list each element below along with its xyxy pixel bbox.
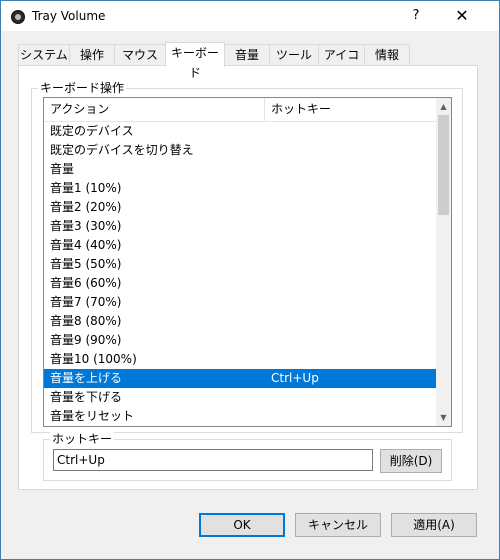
keyboard-operations-label: キーボード操作: [38, 81, 127, 95]
list-item-action: 音量8 (80%): [50, 314, 122, 328]
list-item[interactable]: 音量7 (70%): [44, 293, 436, 312]
list-item-action: 音量5 (50%): [50, 257, 122, 271]
list-item[interactable]: 音量3 (30%): [44, 217, 436, 236]
list-rows: 既定のデバイス既定のデバイスを切り替え 音量音量1 (10%) 音量2 (20%) 音…: [44, 122, 436, 426]
list-item-action: 音量9 (90%): [50, 333, 122, 347]
tab-icon[interactable]: アイコン: [318, 44, 365, 82]
list-item[interactable]: 音量8 (80%): [44, 312, 436, 331]
list-item[interactable]: 音量4 (40%): [44, 236, 436, 255]
list-item-action: 音量をリセット: [50, 409, 135, 423]
tab-strip: システム 操作 マウス キーボード 音量 ツール アイコン 情報: [18, 42, 478, 82]
list-item-action: 音量7 (70%): [50, 295, 122, 309]
list-item[interactable]: 音量2 (20%): [44, 198, 436, 217]
tab-info[interactable]: 情報: [364, 44, 410, 66]
scroll-thumb[interactable]: [438, 115, 449, 215]
list-item[interactable]: 音量をリセット: [44, 407, 436, 426]
hotkey-group-label: ホットキー: [50, 432, 115, 446]
column-header-action[interactable]: アクション: [44, 98, 265, 121]
list-item[interactable]: 既定のデバイスを切り替え: [44, 141, 436, 160]
list-item-action: 既定のデバイス: [50, 124, 134, 138]
list-item-action: 音量1 (10%): [50, 181, 122, 195]
scroll-down-icon[interactable]: ▼: [436, 409, 451, 426]
tab-system[interactable]: システム: [18, 44, 70, 66]
tab-operation[interactable]: 操作: [69, 44, 115, 66]
hotkey-input[interactable]: Ctrl+Up: [53, 449, 373, 471]
tab-volume[interactable]: 音量: [224, 44, 270, 66]
help-button[interactable]: ?: [393, 1, 439, 31]
list-item-action: 音量を上げる: [50, 371, 123, 385]
list-item-action: 音量4 (40%): [50, 238, 122, 252]
scroll-up-icon[interactable]: ▲: [436, 98, 451, 115]
ok-button[interactable]: OK: [199, 513, 285, 537]
list-item[interactable]: 音量1 (10%): [44, 179, 436, 198]
list-item[interactable]: 音量6 (60%): [44, 274, 436, 293]
list-item-action: 既定のデバイスを切り替え: [50, 143, 194, 157]
cancel-button[interactable]: キャンセル: [295, 513, 381, 537]
title-bar: Tray Volume ? ✕: [1, 1, 499, 31]
list-item[interactable]: 音量9 (90%): [44, 331, 436, 350]
list-item-action: 音量: [50, 162, 75, 176]
close-icon[interactable]: ✕: [439, 1, 485, 31]
list-item[interactable]: 音量を下げる: [44, 388, 436, 407]
column-header-hotkey[interactable]: ホットキー: [265, 98, 436, 121]
list-item[interactable]: 音量10 (100%): [44, 350, 436, 369]
list-item-action: 音量3 (30%): [50, 219, 122, 233]
vertical-scrollbar[interactable]: ▲ ▼: [436, 98, 451, 426]
apply-button[interactable]: 適用(A): [391, 513, 477, 537]
window-title: Tray Volume: [32, 9, 106, 23]
list-header: アクション ホットキー: [44, 98, 436, 122]
tab-mouse[interactable]: マウス: [114, 44, 166, 66]
list-item-action: 音量10 (100%): [50, 352, 137, 366]
list-item-action: 音量6 (60%): [50, 276, 122, 290]
tab-keyboard[interactable]: キーボード: [165, 42, 225, 80]
list-item-action: 音量2 (20%): [50, 200, 122, 214]
delete-button[interactable]: 削除(D): [380, 449, 442, 473]
list-item[interactable]: 既定のデバイス: [44, 122, 436, 141]
list-item[interactable]: 音量を上げる Ctrl+Up: [44, 369, 436, 388]
speaker-app-icon: [11, 10, 25, 24]
tab-tools[interactable]: ツール: [269, 44, 319, 66]
action-hotkey-list[interactable]: アクション ホットキー 既定のデバイス既定のデバイスを切り替え 音量音量1 (10…: [43, 97, 452, 427]
list-item-action: 音量を下げる: [50, 390, 123, 404]
list-item-hotkey: Ctrl+Up: [271, 371, 319, 385]
list-item[interactable]: 音量: [44, 160, 436, 179]
list-item[interactable]: 音量5 (50%): [44, 255, 436, 274]
